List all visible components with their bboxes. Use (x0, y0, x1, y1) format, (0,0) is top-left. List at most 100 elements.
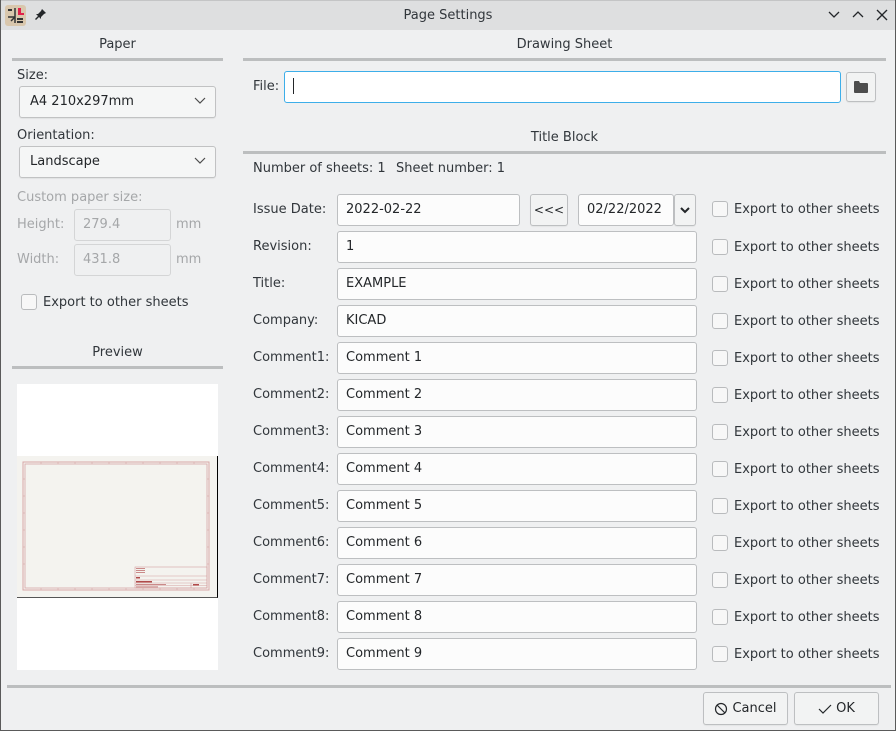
revision-export-checkbox[interactable]: Export to other sheets (712, 238, 880, 256)
title-bar: Page Settings (1, 0, 895, 30)
checkbox-label: Export to other sheets (734, 276, 880, 292)
checkbox-box[interactable] (712, 461, 728, 477)
title-label: Title: (253, 276, 286, 291)
comment9-input[interactable]: Comment 9 (337, 638, 697, 670)
paper-export-checkbox[interactable]: Export to other sheets (21, 293, 189, 311)
cancel-icon (715, 702, 728, 715)
preview-section-header: Preview (12, 345, 223, 369)
custom-paper-size-label: Custom paper size: (17, 190, 143, 205)
checkbox-box[interactable] (712, 609, 728, 625)
comment5-input[interactable]: Comment 5 (337, 490, 697, 522)
size-label: Size: (17, 68, 49, 83)
orientation-select[interactable]: Landscape (19, 146, 216, 178)
text-caret (293, 77, 294, 94)
checkbox-box[interactable] (21, 294, 37, 310)
cancel-button[interactable]: Cancel (703, 692, 788, 725)
comment3-input[interactable]: Comment 3 (337, 416, 697, 448)
drawing-sheet-section-header: Drawing Sheet (243, 37, 886, 61)
date-picker-input[interactable]: 02/22/2022 (578, 194, 674, 226)
comment1-input[interactable]: Comment 1 (337, 342, 697, 374)
file-label: File: (253, 79, 280, 94)
drawing-sheet-frame (22, 461, 210, 591)
checkbox-label: Export to other sheets (734, 646, 880, 662)
comment9-label: Comment9: (253, 646, 330, 661)
chevron-down-icon (680, 206, 690, 213)
folder-icon (854, 81, 868, 93)
copy-date-button[interactable]: <<< (530, 194, 568, 226)
comment4-export-checkbox[interactable]: Export to other sheets (712, 460, 880, 478)
comment2-export-checkbox[interactable]: Export to other sheets (712, 386, 880, 404)
height-unit-label: mm (176, 217, 202, 232)
checkbox-box[interactable] (712, 646, 728, 662)
company-export-checkbox[interactable]: Export to other sheets (712, 312, 880, 330)
issue-date-input[interactable]: 2022-02-22 (337, 194, 520, 226)
maximize-button[interactable] (850, 7, 866, 23)
close-button[interactable] (874, 7, 890, 23)
comment7-export-checkbox[interactable]: Export to other sheets (712, 571, 880, 589)
comment5-export-checkbox[interactable]: Export to other sheets (712, 497, 880, 515)
checkbox-box[interactable] (712, 387, 728, 403)
checkbox-label: Export to other sheets (734, 572, 880, 588)
comment4-input[interactable]: Comment 4 (337, 453, 697, 485)
company-input[interactable]: KICAD (337, 305, 697, 337)
sheet-number: Sheet number: 1 (396, 161, 506, 176)
comment2-input[interactable]: Comment 2 (337, 379, 697, 411)
comment3-export-checkbox[interactable]: Export to other sheets (712, 423, 880, 441)
title-block-section-header: Title Block (243, 130, 886, 154)
comment7-input[interactable]: Comment 7 (337, 564, 697, 596)
comment5-label: Comment5: (253, 498, 330, 513)
checkbox-box[interactable] (712, 276, 728, 292)
comment8-export-checkbox[interactable]: Export to other sheets (712, 608, 880, 626)
comment8-label: Comment8: (253, 609, 330, 624)
custom-width-input[interactable]: 431.8 (74, 244, 171, 276)
comment9-export-checkbox[interactable]: Export to other sheets (712, 645, 880, 663)
checkbox-label: Export to other sheets (734, 313, 880, 329)
checkbox-box[interactable] (712, 201, 728, 217)
chevron-down-icon (194, 157, 206, 164)
checkbox-label: Export to other sheets (734, 461, 880, 477)
paper-size-select[interactable]: A4 210x297mm (19, 86, 216, 118)
checkbox-label: Export to other sheets (734, 201, 880, 217)
comment4-label: Comment4: (253, 461, 330, 476)
preview-sheet (17, 456, 218, 598)
checkmark-icon (818, 704, 832, 714)
company-label: Company: (253, 313, 319, 328)
browse-file-button[interactable] (846, 72, 876, 102)
orientation-value: Landscape (30, 154, 100, 169)
checkbox-box[interactable] (712, 350, 728, 366)
checkbox-box[interactable] (712, 572, 728, 588)
checkbox-box[interactable] (712, 313, 728, 329)
comment6-input[interactable]: Comment 6 (337, 527, 697, 559)
revision-input[interactable]: 1 (337, 231, 697, 263)
checkbox-box[interactable] (712, 535, 728, 551)
checkbox-label: Export to other sheets (734, 535, 880, 551)
width-unit-label: mm (176, 252, 202, 267)
revision-label: Revision: (253, 239, 312, 254)
title-input[interactable]: EXAMPLE (337, 268, 697, 300)
footer-divider (7, 685, 891, 688)
drawing-sheet-file-input[interactable] (284, 71, 841, 103)
ok-button[interactable]: OK (794, 692, 879, 725)
orientation-label: Orientation: (17, 128, 95, 143)
checkbox-box[interactable] (712, 498, 728, 514)
page-settings-dialog: Page Settings Paper Size: A4 210x297mm O… (0, 0, 896, 731)
minimize-button[interactable] (826, 7, 842, 23)
cancel-label: Cancel (732, 701, 777, 716)
comment1-export-checkbox[interactable]: Export to other sheets (712, 349, 880, 367)
checkbox-box[interactable] (712, 424, 728, 440)
title-export-checkbox[interactable]: Export to other sheets (712, 275, 880, 293)
date-picker-dropdown-button[interactable] (674, 194, 696, 226)
comment6-export-checkbox[interactable]: Export to other sheets (712, 534, 880, 552)
issue-date-export-checkbox[interactable]: Export to other sheets (712, 200, 880, 218)
custom-height-input[interactable]: 279.4 (74, 209, 171, 241)
checkbox-label: Export to other sheets (734, 424, 880, 440)
height-label: Height: (17, 217, 65, 232)
checkbox-label: Export to other sheets (734, 609, 880, 625)
checkbox-label: Export to other sheets (734, 498, 880, 514)
checkbox-label: Export to other sheets (43, 294, 189, 310)
width-label: Width: (17, 252, 60, 267)
checkbox-box[interactable] (712, 239, 728, 255)
comment7-label: Comment7: (253, 572, 330, 587)
comment8-input[interactable]: Comment 8 (337, 601, 697, 633)
checkbox-label: Export to other sheets (734, 387, 880, 403)
